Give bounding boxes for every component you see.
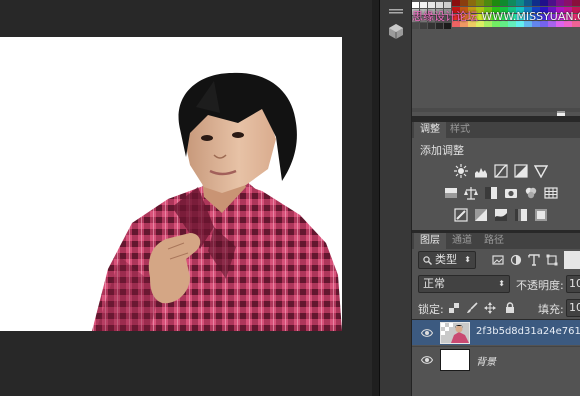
swatch[interactable] xyxy=(468,0,476,6)
swatch[interactable] xyxy=(500,0,508,6)
swatch[interactable] xyxy=(516,0,524,6)
layer-thumbnail xyxy=(440,322,470,344)
tab-channels[interactable]: 通道 xyxy=(446,233,478,249)
watermark-site: WWW.MISSYUAN.COM xyxy=(481,10,580,23)
hue-saturation-icon[interactable] xyxy=(444,186,458,200)
layer-row-background[interactable]: 背景 xyxy=(412,346,580,372)
swatch[interactable] xyxy=(492,0,500,6)
posterize-icon[interactable] xyxy=(474,208,488,222)
tab-layers[interactable]: 图层 xyxy=(414,233,446,249)
selective-color-icon[interactable] xyxy=(534,208,548,222)
swatch[interactable] xyxy=(476,0,484,6)
document-workspace xyxy=(0,0,372,396)
chevron-updown-icon: ⬍ xyxy=(498,279,505,288)
photo-canvas-image xyxy=(0,37,342,331)
right-panel-column: 思缘设计论坛 WWW.MISSYUAN.COM 调整 样式 添加调整 xyxy=(412,0,580,396)
swatches-scrollbar[interactable] xyxy=(412,108,580,112)
photo-filter-icon[interactable] xyxy=(504,186,518,200)
filter-pixel-icon[interactable] xyxy=(492,254,504,266)
swatch[interactable] xyxy=(508,0,516,6)
exposure-icon[interactable] xyxy=(514,164,528,178)
watermark-prefix: 思缘设计论坛 xyxy=(412,10,482,23)
swatch[interactable] xyxy=(524,0,532,6)
eye-icon[interactable] xyxy=(421,355,433,365)
layer-name-photo[interactable]: 2f3b5d8d31a24e76139a xyxy=(476,326,580,337)
collapsed-panel-dock xyxy=(380,0,412,396)
filter-shape-icon[interactable] xyxy=(546,254,558,266)
swatch[interactable] xyxy=(452,0,460,6)
swatch[interactable] xyxy=(460,0,468,6)
chevron-updown-icon: ⬍ xyxy=(464,255,471,264)
layer-thumbnail xyxy=(440,349,470,371)
swatch[interactable] xyxy=(540,0,548,6)
opacity-label: 不透明度: xyxy=(516,279,564,292)
lock-transparent-icon[interactable] xyxy=(448,302,460,314)
swatch[interactable] xyxy=(564,0,572,6)
lock-all-icon[interactable] xyxy=(504,302,516,314)
swatches-panel: 思缘设计论坛 WWW.MISSYUAN.COM xyxy=(412,0,580,117)
filter-toggle[interactable] xyxy=(564,251,580,269)
swatch[interactable] xyxy=(548,0,556,6)
invert-icon[interactable] xyxy=(454,208,468,222)
layer-filter-select[interactable]: 类型 ⬍ xyxy=(418,251,476,269)
layers-panel: 图层 通道 路径 类型 ⬍ 正常 ⬍ 不透明度: 1 锁定: 填充: 1 2f3… xyxy=(412,233,580,396)
brightness-contrast-icon[interactable] xyxy=(454,164,468,178)
collapse-arrows-icon[interactable] xyxy=(387,6,405,16)
lock-brush-icon[interactable] xyxy=(466,302,478,314)
tab-adjustments[interactable]: 调整 xyxy=(414,122,446,138)
adjustments-tabbar: 调整 样式 xyxy=(412,122,580,138)
filter-type-icon[interactable] xyxy=(528,254,540,266)
color-lookup-icon[interactable] xyxy=(544,186,558,200)
filter-adjustment-icon[interactable] xyxy=(510,254,522,266)
layer-thumbnail-image xyxy=(441,323,469,343)
tab-paths[interactable]: 路径 xyxy=(478,233,510,249)
fill-label: 填充: xyxy=(538,303,564,316)
gradient-map-icon[interactable] xyxy=(514,208,528,222)
tab-styles[interactable]: 样式 xyxy=(444,122,476,138)
blend-mode-select[interactable]: 正常 ⬍ xyxy=(418,275,510,293)
layer-row-photo[interactable]: 2f3b5d8d31a24e76139a xyxy=(412,319,580,345)
adjustments-title: 添加调整 xyxy=(420,144,464,157)
threshold-icon[interactable] xyxy=(494,208,508,222)
layers-tabbar: 图层 通道 路径 xyxy=(412,233,580,249)
curves-icon[interactable] xyxy=(494,164,508,178)
swatch[interactable] xyxy=(556,0,564,6)
lock-position-icon[interactable] xyxy=(484,302,496,314)
swatch[interactable] xyxy=(572,0,580,6)
opacity-input[interactable]: 100 xyxy=(566,275,580,293)
levels-icon[interactable] xyxy=(474,164,488,178)
black-white-icon[interactable] xyxy=(484,186,498,200)
lock-label: 锁定: xyxy=(418,303,444,316)
blend-mode-value: 正常 xyxy=(423,277,445,290)
site-watermark: 思缘设计论坛 WWW.MISSYUAN.COM xyxy=(412,8,580,24)
layer-name-background[interactable]: 背景 xyxy=(476,353,496,368)
swatch[interactable] xyxy=(484,0,492,6)
eye-icon[interactable] xyxy=(421,328,433,338)
color-balance-icon[interactable] xyxy=(464,186,478,200)
fill-input[interactable]: 100 xyxy=(566,299,580,317)
layer-filter-value: 类型 xyxy=(435,253,457,266)
vibrance-icon[interactable] xyxy=(534,164,548,178)
channel-mixer-icon[interactable] xyxy=(524,186,538,200)
search-icon xyxy=(423,256,432,265)
3d-cube-icon[interactable] xyxy=(387,22,405,40)
document-canvas[interactable] xyxy=(0,37,342,331)
adjustments-panel: 调整 样式 添加调整 xyxy=(412,122,580,230)
swatch[interactable] xyxy=(532,0,540,6)
